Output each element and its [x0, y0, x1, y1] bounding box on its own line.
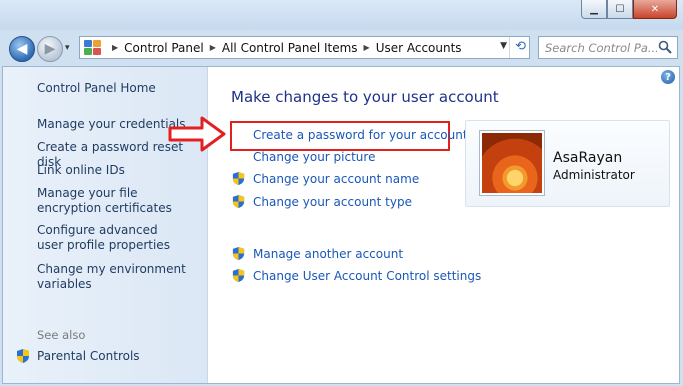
see-also-label: See also: [37, 328, 86, 342]
recent-pages-dropdown[interactable]: ▾: [65, 43, 70, 53]
address-bar[interactable]: ▶ Control Panel ▶ All Control Panel Item…: [79, 36, 530, 59]
shield-icon: [17, 349, 29, 363]
sidebar-item-manage-credentials[interactable]: Manage your credentials: [37, 117, 186, 132]
back-button[interactable]: ◀: [9, 36, 35, 62]
annotation-arrow-icon: [168, 116, 226, 152]
control-panel-icon: [84, 40, 101, 55]
page-title: Make changes to your user account: [231, 88, 499, 106]
task-uac-settings[interactable]: Change User Account Control settings: [253, 269, 481, 283]
help-icon[interactable]: ?: [661, 70, 675, 84]
sidebar-item-file-encryption[interactable]: Manage your file encryption certificates: [37, 186, 197, 216]
breadcrumb-user-accounts[interactable]: User Accounts: [376, 41, 462, 55]
uac-shield-icon: [232, 194, 245, 209]
address-divider: [509, 37, 510, 58]
breadcrumb-separator[interactable]: ▶: [364, 43, 370, 52]
uac-shield-icon: [232, 171, 245, 186]
sidebar-item-link-online-ids[interactable]: Link online IDs: [37, 163, 125, 178]
content-area: Control Panel Home Manage your credentia…: [2, 66, 680, 384]
window-controls: ▁ ☐ ✕: [581, 0, 677, 19]
see-also-parental-controls[interactable]: Parental Controls: [37, 349, 140, 363]
task-manage-another-account[interactable]: Manage another account: [253, 247, 403, 261]
breadcrumb-all-items[interactable]: All Control Panel Items: [222, 41, 358, 55]
user-account-card: AsaRayan Administrator: [465, 120, 670, 207]
task-change-picture[interactable]: Change your picture: [253, 150, 375, 164]
search-icon[interactable]: [658, 40, 672, 54]
task-change-account-type[interactable]: Change your account type: [253, 195, 412, 209]
uac-shield-icon: [232, 268, 245, 283]
maximize-button[interactable]: ☐: [607, 0, 633, 19]
breadcrumb-separator[interactable]: ▶: [210, 43, 216, 52]
main-panel: ? Make changes to your user account Crea…: [168, 67, 679, 383]
title-bar: ▁ ☐ ✕: [0, 0, 683, 30]
sidebar-item-control-panel-home[interactable]: Control Panel Home: [37, 81, 156, 96]
search-input[interactable]: Search Control Pa...: [545, 41, 657, 55]
user-role: Administrator: [553, 168, 635, 182]
forward-button[interactable]: ▶: [37, 36, 63, 62]
address-history-dropdown[interactable]: ▼: [500, 41, 507, 51]
sidebar-item-environment-variables[interactable]: Change my environment variables: [37, 262, 187, 292]
task-create-password[interactable]: Create a password for your account: [253, 128, 468, 142]
search-box[interactable]: Search Control Pa...: [538, 36, 678, 59]
user-name: AsaRayan: [553, 150, 623, 166]
task-change-account-name[interactable]: Change your account name: [253, 172, 419, 186]
breadcrumb-separator[interactable]: ▶: [112, 43, 118, 52]
uac-shield-icon: [232, 246, 245, 261]
close-button[interactable]: ✕: [633, 0, 677, 19]
breadcrumb-control-panel[interactable]: Control Panel: [124, 41, 204, 55]
sidebar-item-advanced-profile[interactable]: Configure advanced user profile properti…: [37, 223, 187, 253]
navigation-bar: ◀ ▶ ▾ ▶ Control Panel ▶ All Control Pane…: [0, 30, 683, 66]
refresh-icon[interactable]: ⟲: [515, 39, 526, 54]
minimize-button[interactable]: ▁: [581, 0, 607, 19]
avatar[interactable]: [480, 131, 544, 195]
